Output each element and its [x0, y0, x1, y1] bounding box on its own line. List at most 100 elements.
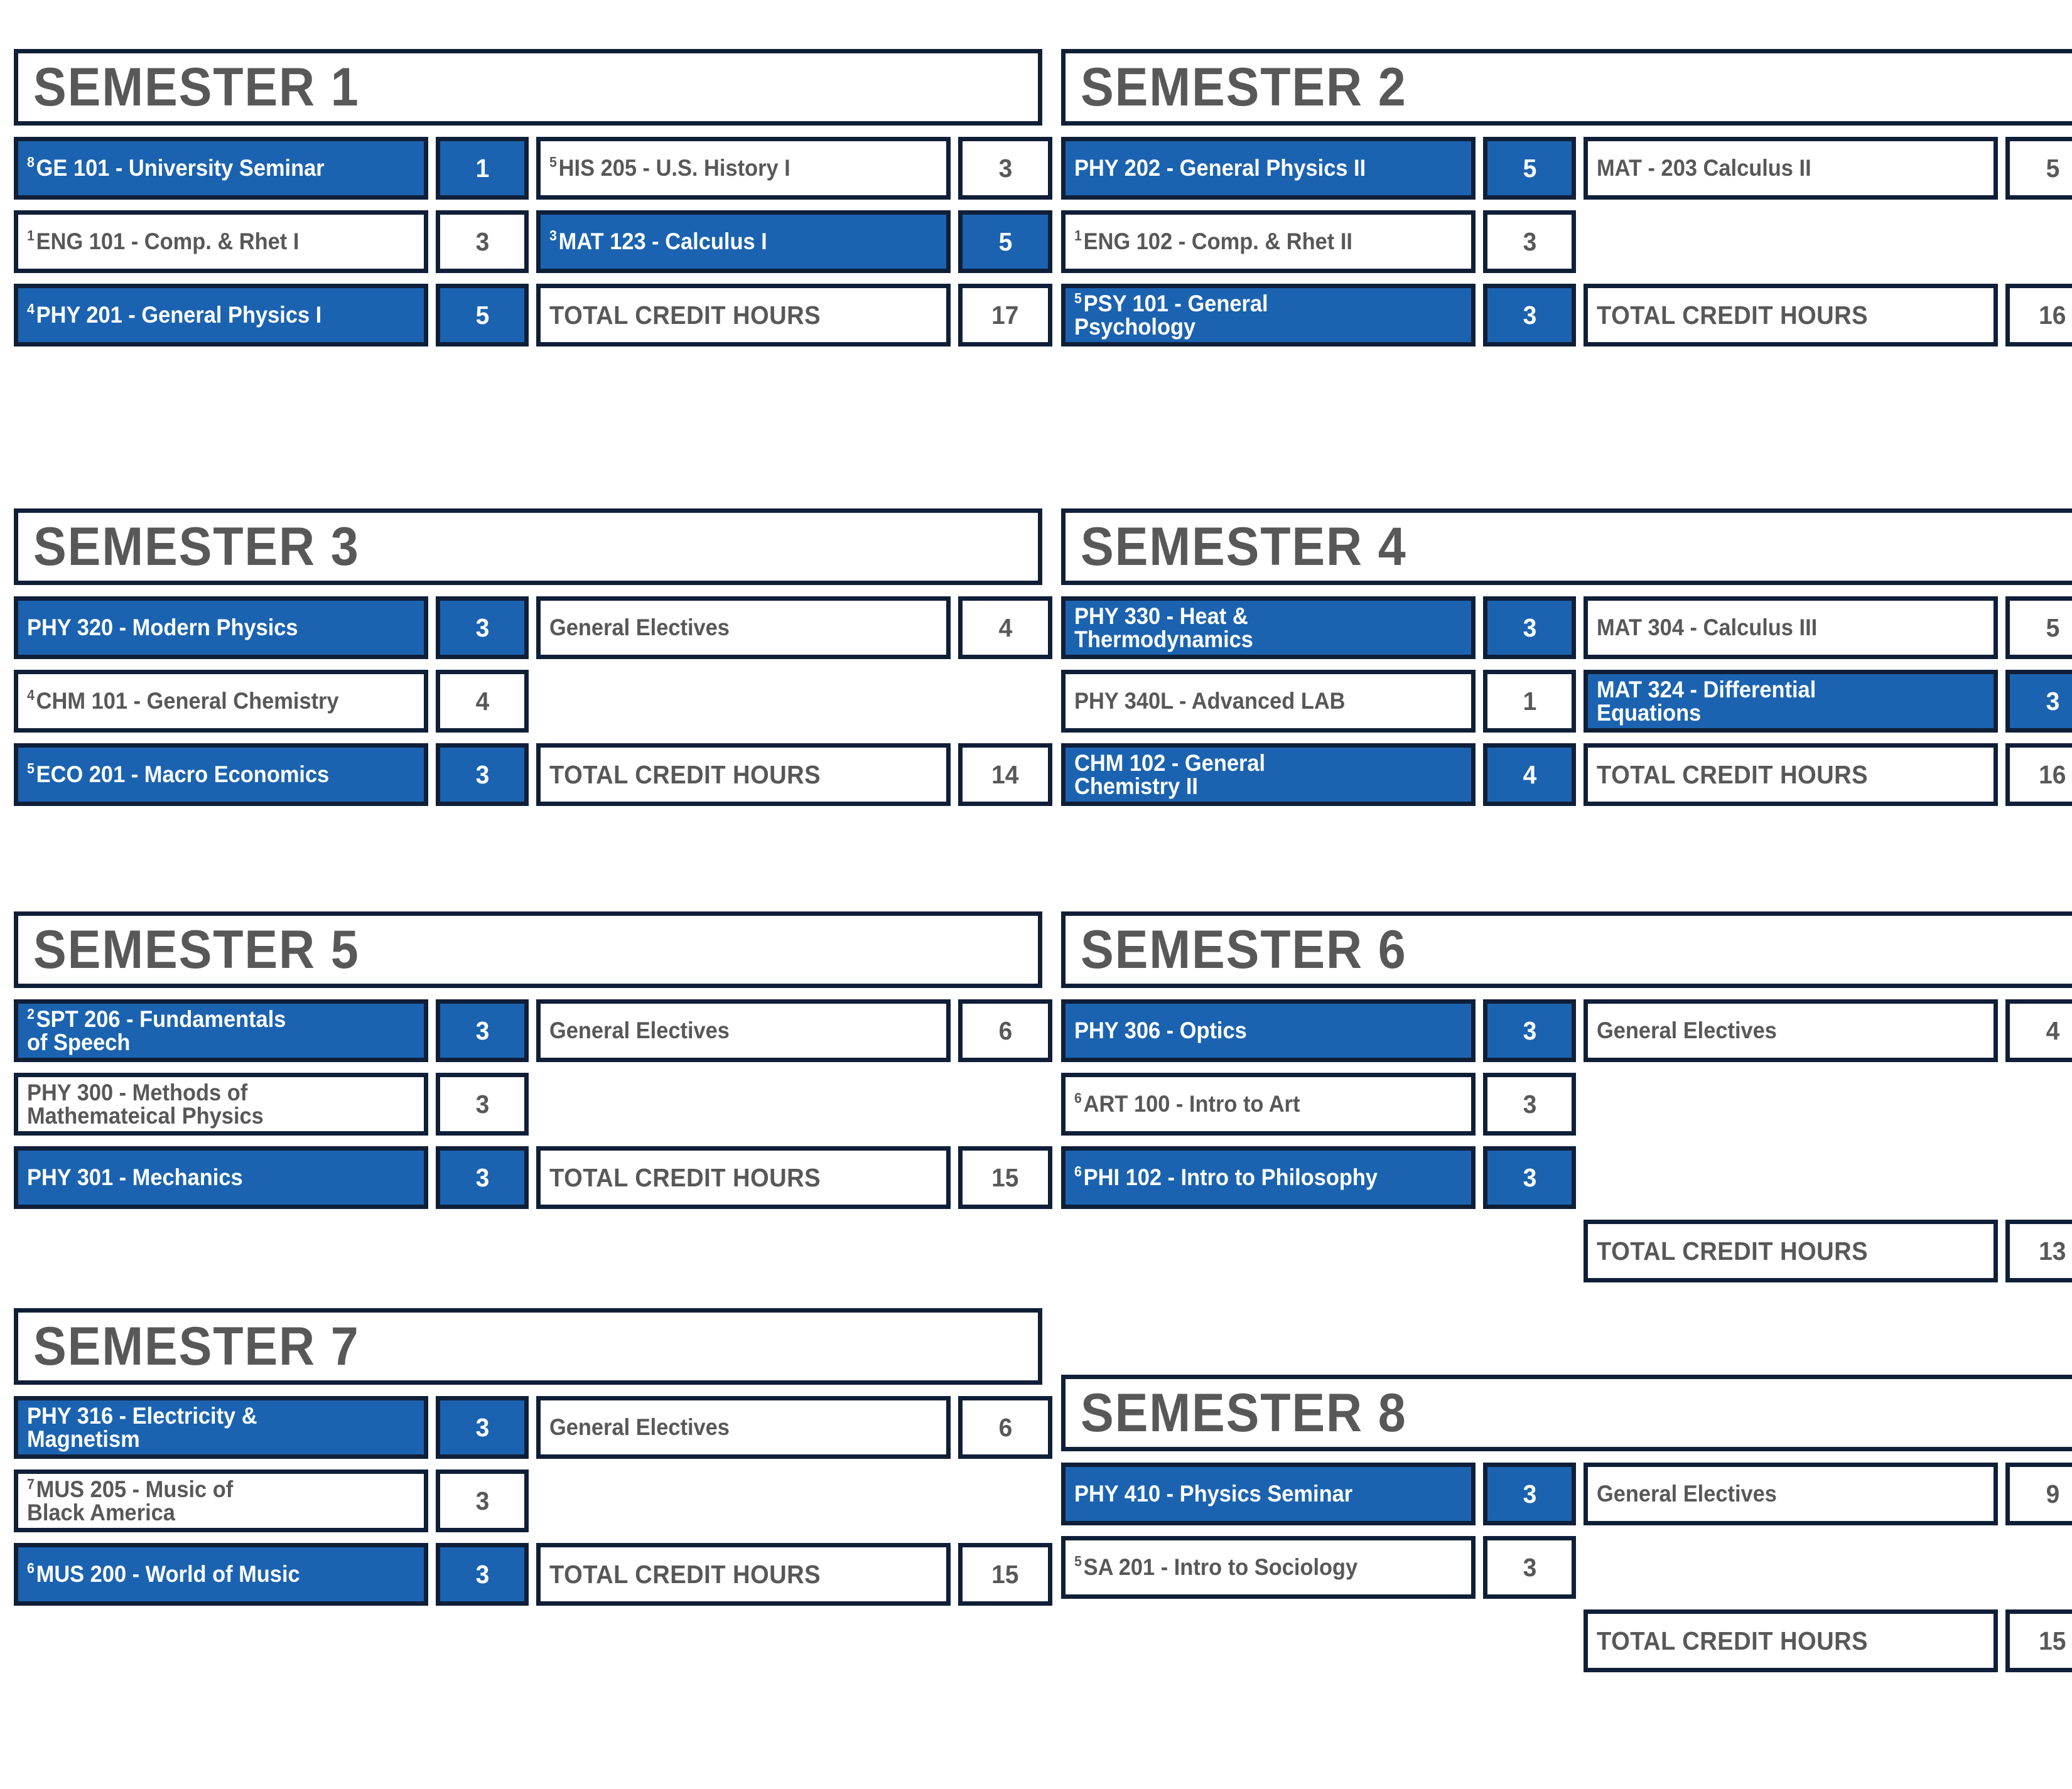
spacer-cell [536, 1073, 951, 1136]
course-name-text: MAT 304 - Calculus III [1597, 614, 1818, 640]
credit-hours-cell: 1 [436, 137, 529, 200]
credit-hours-value: 15 [991, 1163, 1019, 1192]
footnote-superscript: 7 [27, 1475, 35, 1492]
spacer-cell [2005, 1073, 2072, 1136]
course-cell-eng-101-comp-rhet-i: 1ENG 101 - Comp. & Rhet I [14, 210, 428, 273]
credit-hours-value: 14 [991, 760, 1019, 789]
credit-hours-cell: 3 [1483, 1073, 1576, 1136]
credit-hours-value: 16 [2039, 760, 2066, 789]
credit-hours-value: 3 [475, 227, 489, 256]
credit-hours-value: 17 [991, 300, 1019, 330]
course-cell-ge-101-university-seminar: 8GE 101 - University Seminar [14, 137, 428, 200]
footnote-superscript: 5 [27, 760, 35, 777]
credit-hours-cell: 3 [1483, 1146, 1576, 1209]
semester-title: SEMESTER 3 [33, 517, 360, 577]
credit-hours-cell: 6 [958, 1396, 1052, 1459]
credit-hours-cell: 5 [2005, 596, 2072, 659]
course-cell-phy-340l-advanced-lab: PHY 340L - Advanced LAB [1061, 670, 1476, 733]
credit-hours-cell: 14 [958, 743, 1052, 806]
semester-course-grid: PHY 410 - Physics Seminar 3 General Electi… [1061, 1463, 2072, 1672]
semester-block-2: SEMESTER 2 PHY 202 - General Physics II 5 M… [1061, 49, 2072, 347]
course-name-text: 7MUS 205 - Music of Black America [27, 1475, 234, 1525]
semester-header: SEMESTER 6 [1061, 911, 2072, 988]
spacer-cell [958, 670, 1052, 733]
spacer-cell [1483, 1609, 1576, 1672]
credit-hours-value: 16 [2039, 300, 2066, 330]
semester-title: SEMESTER 1 [33, 57, 360, 117]
credit-hours-cell: 3 [1483, 1463, 1576, 1525]
course-name-text: General Electives [549, 1414, 730, 1440]
credit-hours-value: 3 [998, 153, 1012, 183]
credit-hours-cell: 3 [1483, 1536, 1576, 1599]
spacer-cell [2005, 1146, 2072, 1209]
credit-hours-value: 3 [475, 1559, 489, 1589]
course-name-text: 6MUS 200 - World of Music [27, 1560, 300, 1587]
total-label-text: TOTAL CREDIT HOURS [549, 760, 821, 789]
credit-hours-cell: 3 [1483, 284, 1576, 347]
semester-block-1: SEMESTER 1 8GE 101 - University Seminar 1 5… [14, 49, 1052, 347]
course-name-text: PHY 300 - Methods of Mathemateical Physi… [27, 1080, 264, 1129]
credit-hours-value: 3 [1523, 1552, 1536, 1582]
spacer-cell [2005, 210, 2072, 273]
credit-hours-cell: 3 [1483, 596, 1576, 659]
credit-hours-value: 3 [1523, 300, 1536, 330]
course-cell-phy-316-electricity-magnetism: PHY 316 - Electricity & Magnetism [14, 1396, 428, 1459]
semester-block-6: SEMESTER 6 PHY 306 - Optics 3 General Elect… [1061, 911, 2072, 1282]
footnote-superscript: 1 [1074, 227, 1082, 244]
footnote-superscript: 5 [549, 154, 557, 171]
credit-hours-value: 3 [475, 1412, 489, 1442]
spacer-cell [2005, 1536, 2072, 1599]
course-cell-spt-206-fundamentals-of-speech: 2SPT 206 - Fundamentals of Speech [14, 999, 428, 1062]
course-name-text: General Electives [1597, 1480, 1777, 1507]
spacer-cell [958, 1073, 1052, 1136]
course-cell-mat-324-differential-equations: MAT 324 - Differential Equations [1584, 670, 1998, 733]
semester-title: SEMESTER 4 [1081, 517, 1407, 577]
spacer-cell [958, 1469, 1052, 1532]
credit-hours-cell: 3 [436, 743, 529, 806]
course-name-text: 8GE 101 - University Seminar [27, 154, 325, 181]
footnote-superscript: 6 [1074, 1090, 1082, 1107]
total-label-text: TOTAL CREDIT HOURS [549, 300, 821, 330]
semester-block-7: SEMESTER 7 PHY 316 - Electricity & Magnet… [14, 1308, 1052, 1606]
semester-block-3: SEMESTER 3 PHY 320 - Modern Physics 3 Gener… [14, 508, 1052, 806]
credit-hours-value: 4 [998, 613, 1012, 642]
total-label-text: TOTAL CREDIT HOURS [1597, 1236, 1869, 1265]
total-label-text: TOTAL CREDIT HOURS [1597, 760, 1869, 789]
course-cell-phy-410-physics-seminar: PHY 410 - Physics Seminar [1061, 1463, 1476, 1525]
course-name-text: MAT - 203 Calculus II [1597, 154, 1811, 181]
semester-course-grid: PHY 316 - Electricity & Magnetism 3 Genera… [14, 1396, 1052, 1606]
credit-hours-value: 5 [998, 227, 1012, 256]
credit-hours-value: 3 [475, 1163, 489, 1192]
credit-hours-value: 1 [475, 153, 489, 183]
course-name-text: PHY 306 - Optics [1074, 1017, 1247, 1043]
credit-hours-cell: 15 [958, 1543, 1052, 1606]
total-credit-hours-label: TOTAL CREDIT HOURS [1584, 1609, 1998, 1672]
credit-hours-cell: 3 [436, 596, 529, 659]
course-cell-phi-102-intro-to-philosophy: 6PHI 102 - Intro to Philosophy [1061, 1146, 1476, 1209]
footnote-superscript: 3 [549, 227, 557, 244]
degree-plan-sheet: SEMESTER 1 8GE 101 - University Seminar 1 5… [0, 0, 2072, 1789]
footnote-superscript: 6 [1074, 1163, 1082, 1180]
credit-hours-cell: 16 [2005, 284, 2072, 347]
credit-hours-value: 5 [2046, 613, 2059, 642]
course-name-text: General Electives [549, 614, 730, 640]
credit-hours-cell: 3 [436, 1146, 529, 1209]
credit-hours-value: 4 [2046, 1016, 2059, 1045]
credit-hours-cell: 3 [436, 1073, 529, 1136]
credit-hours-cell: 3 [436, 1469, 529, 1532]
spacer-cell [536, 670, 951, 733]
total-credit-hours-label: TOTAL CREDIT HOURS [1584, 1220, 1998, 1282]
credit-hours-cell: 4 [1483, 743, 1576, 806]
course-cell-mat-123-calculus-i: 3MAT 123 - Calculus I [536, 210, 951, 273]
course-cell-phy-320-modern-physics: PHY 320 - Modern Physics [14, 596, 428, 659]
semester-header: SEMESTER 7 [14, 1308, 1042, 1385]
credit-hours-value: 3 [1523, 227, 1536, 256]
course-name-text: MAT 324 - Differential Equations [1597, 677, 1816, 726]
credit-hours-value: 15 [2039, 1626, 2066, 1655]
semester-block-4: SEMESTER 4 PHY 330 - Heat & Thermodynamic… [1061, 508, 2072, 806]
spacer-cell [1061, 1220, 1476, 1282]
semester-header: SEMESTER 4 [1061, 508, 2072, 585]
total-label-text: TOTAL CREDIT HOURS [1597, 300, 1869, 330]
credit-hours-cell: 6 [958, 999, 1052, 1062]
credit-hours-cell: 15 [2005, 1609, 2072, 1672]
